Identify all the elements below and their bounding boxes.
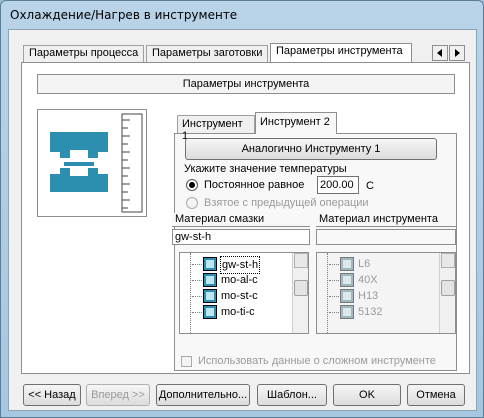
tool-material-scrollbar[interactable] [439, 253, 455, 333]
same-as-tool-1-button[interactable]: Аналогично Инструменту 1 [185, 138, 437, 160]
constant-temp-label: Постоянное равное [204, 179, 305, 191]
material-icon [340, 273, 354, 287]
back-button[interactable]: << Назад [23, 384, 81, 406]
scroll-thumb[interactable] [441, 280, 455, 296]
dialog-client: Параметры процесса Параметры заготовки П… [8, 29, 477, 411]
arrow-right-icon [455, 49, 460, 57]
lubricant-selected-field[interactable]: gw-st-h [172, 229, 310, 245]
list-item-label: L6 [358, 258, 371, 270]
tree-connector [329, 280, 339, 281]
tab-label: Инструмент 2 [260, 116, 330, 128]
tree-connector [192, 296, 202, 297]
tree-connector [329, 264, 339, 265]
material-icon [340, 289, 354, 303]
material-icon [203, 257, 217, 271]
tab-process-params[interactable]: Параметры процесса [23, 45, 145, 62]
tab-tool-params[interactable]: Параметры инструмента [270, 43, 412, 62]
dialog-window: Охлаждение/Нагрев в инструменте Параметр… [0, 0, 484, 418]
temperature-unit: C [366, 180, 374, 192]
tab-scroll-right-button[interactable] [449, 45, 465, 61]
complex-tool-label: Использовать данные о сложном инструмент… [198, 355, 436, 367]
material-icon [203, 289, 217, 303]
window-title: Охлаждение/Нагрев в инструменте [10, 8, 238, 22]
ok-button[interactable]: OK [333, 384, 401, 406]
complex-tool-checkbox[interactable] [181, 356, 192, 367]
tab-label: Параметры инструмента [276, 45, 403, 57]
list-item-label: H13 [358, 290, 379, 302]
lubricant-list[interactable]: gw-st-h mo-al-c mo-st-c mo-ti-c [179, 252, 309, 334]
lubricant-scrollbar[interactable] [292, 253, 308, 333]
template-button[interactable]: Шаблон... [257, 384, 327, 406]
material-icon [203, 273, 217, 287]
tool-material-label: Материал инструмента [319, 213, 438, 225]
list-item-label: mo-al-c [221, 274, 258, 286]
material-icon [340, 305, 354, 319]
list-item-label: 40X [358, 274, 378, 286]
tab-workpiece-params[interactable]: Параметры заготовки [146, 45, 269, 62]
tool-illustration [37, 109, 147, 217]
scroll-up-button[interactable] [441, 253, 455, 268]
tree-line [327, 253, 328, 333]
tab-label: Параметры процесса [29, 47, 139, 59]
next-button[interactable]: Вперед >> [86, 384, 150, 406]
tab-tool-2[interactable]: Инструмент 2 [255, 112, 337, 134]
scroll-up-button[interactable] [294, 253, 308, 268]
more-button[interactable]: Дополнительно... [156, 384, 250, 406]
temperature-input[interactable] [317, 176, 359, 194]
tree-connector [192, 280, 202, 281]
tool-material-header: Материал инструмента [316, 213, 456, 227]
cancel-button[interactable]: Отмена [407, 384, 465, 406]
previous-temp-radio[interactable] [186, 197, 198, 209]
temperature-label: Укажите значение температуры [184, 163, 347, 175]
tree-connector [329, 296, 339, 297]
section-title: Параметры инструмента [37, 74, 455, 94]
list-item-label: 5132 [358, 306, 383, 318]
list-item-label: mo-st-c [221, 290, 258, 302]
material-icon [340, 257, 354, 271]
lubricant-label: Материал смазки [175, 213, 265, 225]
tree-line [190, 253, 191, 333]
scroll-thumb[interactable] [294, 280, 308, 296]
tree-connector [329, 312, 339, 313]
lubricant-header: Материал смазки [172, 213, 310, 227]
tab-label: Параметры заготовки [152, 47, 263, 59]
tab-tool-1[interactable]: Инструмент 1 [177, 115, 255, 142]
tool-material-field[interactable] [316, 229, 456, 245]
material-icon [203, 305, 217, 319]
previous-temp-label: Взятое с предыдущей операции [204, 197, 369, 209]
tab-scroll-left-button[interactable] [432, 45, 448, 61]
die-tool-icon [50, 113, 143, 213]
tree-connector [192, 264, 202, 265]
tree-connector [192, 312, 202, 313]
arrow-left-icon [437, 49, 442, 57]
constant-temp-radio[interactable] [186, 179, 198, 191]
tool-params-panel: Параметры инструмента Инструмент 1 Инстр… [21, 62, 470, 374]
tool-material-list[interactable]: L6 40X H13 5132 [316, 252, 456, 334]
list-item-label: mo-ti-c [221, 306, 255, 318]
